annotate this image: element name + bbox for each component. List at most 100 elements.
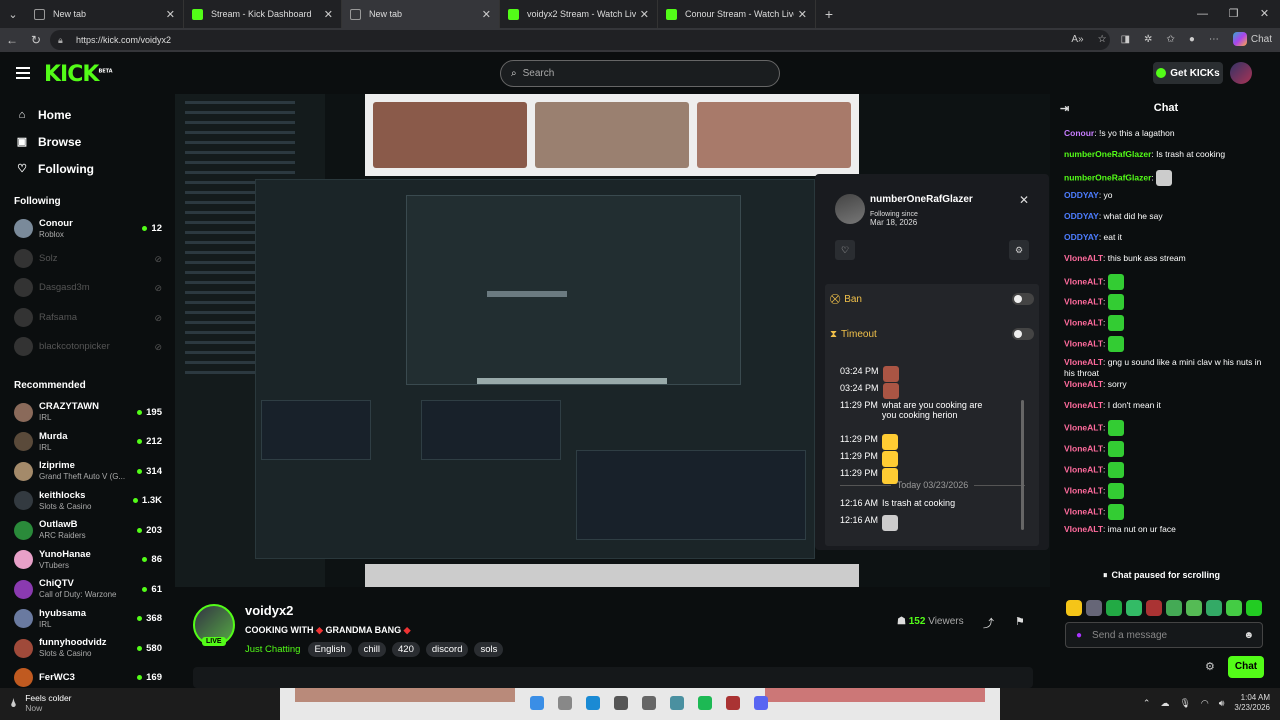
sidebar-channel[interactable]: funnyhoodvidz Slots & Casino 580	[0, 634, 172, 664]
browser-tab[interactable]: Conour Stream - Watch Live on Kick ✕	[658, 0, 816, 28]
app-icon[interactable]	[670, 696, 684, 710]
sidebar-channel[interactable]: keithlocks Slots & Casino 1.3K	[0, 486, 172, 516]
send-chat-button[interactable]: Chat	[1228, 656, 1264, 678]
sidebar-channel[interactable]: Conour Roblox 12	[0, 214, 172, 244]
chat-username[interactable]: VIoneALT	[1064, 276, 1103, 286]
chat-username[interactable]: VIoneALT	[1064, 485, 1103, 495]
browser-tab[interactable]: New tab ✕	[26, 0, 184, 28]
emote-icon[interactable]	[1226, 600, 1242, 616]
tab-actions-menu-icon[interactable]: ⌄	[0, 0, 26, 28]
kick-logo[interactable]: KICKBETA	[44, 62, 113, 87]
minimize-icon[interactable]: —	[1187, 0, 1218, 28]
clock[interactable]: 1:04 AM 3/23/2026	[1234, 693, 1270, 713]
chat-username[interactable]: VIoneALT	[1064, 297, 1103, 307]
sidebar-channel[interactable]: hyubsama IRL 368	[0, 604, 172, 634]
ban-toggle[interactable]	[1012, 293, 1034, 305]
chat-username[interactable]: VIoneALT	[1064, 253, 1103, 263]
close-tab-icon[interactable]: ✕	[798, 8, 807, 21]
sidebar-channel[interactable]: OutlawB ARC Raiders 203	[0, 516, 172, 546]
network-icon[interactable]: ☁	[1160, 698, 1169, 709]
chat-paused-banner[interactable]: ⏸ Chat paused for scrolling	[1095, 566, 1235, 584]
chat-username[interactable]: VIoneALT	[1064, 423, 1103, 433]
emote-icon[interactable]	[1206, 600, 1222, 616]
chat-username[interactable]: VIoneALT	[1064, 317, 1103, 327]
refresh-icon[interactable]: ↻	[24, 33, 48, 47]
emoji-picker-icon[interactable]: ☻	[1243, 630, 1254, 641]
copilot-chat-button[interactable]: Chat	[1232, 32, 1272, 46]
profile-icon[interactable]: ●	[1189, 34, 1195, 45]
sidebar-channel[interactable]: Murda IRL 212	[0, 427, 172, 457]
tag-chip[interactable]: chill	[357, 642, 386, 657]
tag-chip[interactable]: English	[308, 642, 352, 657]
favorites-icon[interactable]: ✩	[1166, 34, 1174, 45]
browser-tab[interactable]: New tab ✕	[342, 0, 500, 28]
new-tab-button[interactable]: +	[816, 6, 842, 22]
close-icon[interactable]: ✕	[1019, 193, 1029, 207]
timeout-toggle[interactable]	[1012, 328, 1034, 340]
chat-settings-icon[interactable]: ⚙	[1205, 660, 1215, 673]
close-tab-icon[interactable]: ✕	[482, 8, 491, 21]
streamer-name[interactable]: voidyx2	[245, 603, 293, 618]
weather-widget[interactable]: 🌢︎ Feels colder Now	[10, 693, 72, 713]
extension-icon[interactable]: ◨	[1121, 34, 1130, 45]
app-icon[interactable]	[726, 696, 740, 710]
search-taskbar-icon[interactable]	[558, 696, 572, 710]
close-tab-icon[interactable]: ✕	[166, 8, 175, 21]
emote-icon[interactable]	[1186, 600, 1202, 616]
sidebar-channel[interactable]: blackcotonpicker ⊘	[0, 332, 172, 362]
collapse-chat-icon[interactable]: ⇥	[1060, 102, 1069, 115]
chat-username[interactable]: VIoneALT	[1064, 379, 1103, 389]
emote-icon[interactable]	[1086, 600, 1102, 616]
share-icon[interactable]: ⤴	[983, 615, 994, 631]
sidebar-channel[interactable]: ChiQTV Call of Duty: Warzone 61	[0, 575, 172, 605]
tag-chip[interactable]: sols	[474, 642, 504, 657]
close-window-icon[interactable]: ✕	[1249, 0, 1280, 28]
wifi-icon[interactable]: ◠	[1201, 698, 1209, 709]
chat-username[interactable]: numberOneRafGlazer	[1064, 149, 1151, 159]
history-scrollbar[interactable]	[1021, 400, 1024, 530]
search-input[interactable]: ⌕ Search	[500, 60, 780, 87]
chat-username[interactable]: numberOneRafGlazer	[1064, 172, 1151, 182]
mic-tray-icon[interactable]: 🎙︎	[1179, 698, 1190, 709]
follow-heart-icon[interactable]: ♡	[835, 240, 855, 260]
sidebar-channel[interactable]: Solz ⊘	[0, 244, 172, 274]
volume-icon[interactable]: 🔊︎	[1219, 698, 1225, 709]
app-icon[interactable]	[642, 696, 656, 710]
sidebar-channel[interactable]: Dasgasd3m ⊘	[0, 273, 172, 303]
favorite-star-icon[interactable]: ☆	[1098, 34, 1107, 45]
report-icon[interactable]: ⚑	[1015, 615, 1025, 628]
emote-icon[interactable]	[1146, 600, 1162, 616]
chat-username[interactable]: VIoneALT	[1064, 400, 1103, 410]
sidebar-channel[interactable]: lziprime Grand Theft Auto V (G... 314	[0, 457, 172, 487]
read-aloud-icon[interactable]: A»	[1071, 34, 1083, 45]
chat-username[interactable]: ODDYAY	[1064, 190, 1099, 200]
maximize-icon[interactable]: ❐	[1218, 0, 1249, 28]
sidebar-channel[interactable]: CRAZYTAWN IRL 195	[0, 398, 172, 428]
sidebar-channel[interactable]: YunoHanae VTubers 86	[0, 545, 172, 575]
chat-username[interactable]: VIoneALT	[1064, 506, 1103, 516]
chat-username[interactable]: VIoneALT	[1064, 443, 1103, 453]
chat-username[interactable]: VIoneALT	[1064, 357, 1103, 367]
url-field[interactable]: 🔒︎ https://kick.com/voidyx2	[50, 30, 1110, 50]
chat-username[interactable]: ODDYAY	[1064, 211, 1099, 221]
chat-username[interactable]: VIoneALT	[1064, 524, 1103, 534]
get-kicks-button[interactable]: Get KICKs	[1153, 62, 1223, 84]
tag-chip[interactable]: discord	[425, 642, 469, 657]
sidebar-channel[interactable]: Rafsama ⊘	[0, 303, 172, 333]
chat-username[interactable]: Conour	[1064, 128, 1094, 138]
back-icon[interactable]: ←	[0, 33, 24, 47]
chat-messages[interactable]: Conour: !s yo this a lagathon numberOneRa…	[1064, 128, 1269, 588]
chat-username[interactable]: VIoneALT	[1064, 464, 1103, 474]
sidebar-nav-following[interactable]: ♡ Following	[0, 155, 172, 182]
hamburger-menu-icon[interactable]	[16, 67, 30, 79]
app-icon[interactable]	[614, 696, 628, 710]
discord-icon[interactable]	[754, 696, 768, 710]
tag-chip[interactable]: 420	[392, 642, 420, 657]
close-tab-icon[interactable]: ✕	[640, 8, 649, 21]
edge-icon[interactable]	[586, 696, 600, 710]
windows-start-icon[interactable]	[530, 696, 544, 710]
sidebar-nav-browse[interactable]: ▣ Browse	[0, 128, 172, 155]
user-card-username[interactable]: numberOneRafGlazer	[870, 194, 973, 205]
chat-input[interactable]: ● Send a message ☻	[1065, 622, 1263, 648]
mod-settings-icon[interactable]: ⚙	[1009, 240, 1029, 260]
